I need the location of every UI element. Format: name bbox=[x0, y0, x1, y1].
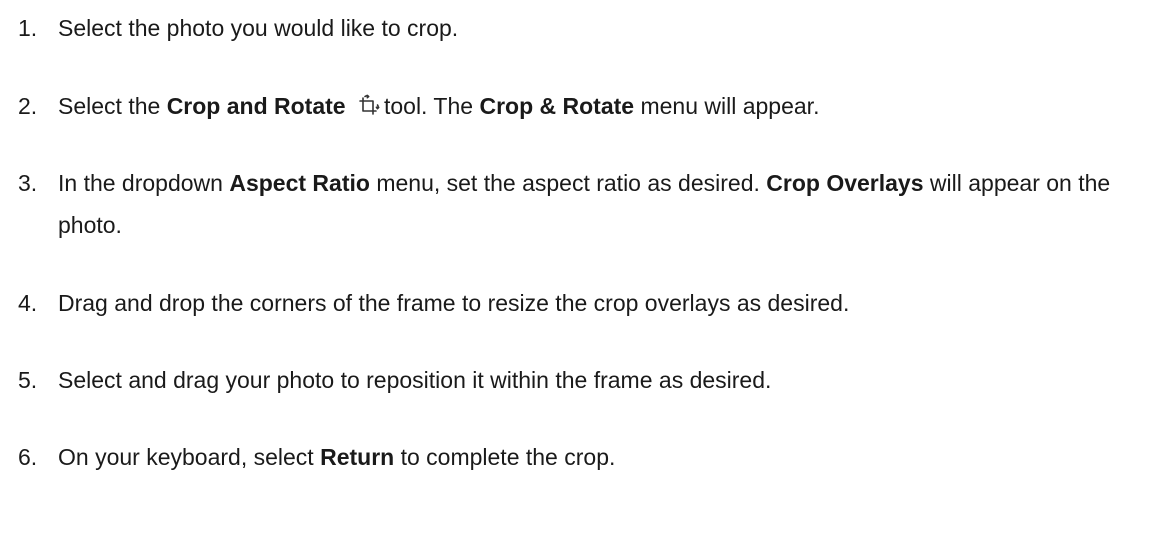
step-2: 2. Select the Crop and Rotate tool. The … bbox=[18, 85, 1158, 127]
step-text: Select and drag your photo to reposition… bbox=[58, 359, 1158, 401]
step-text: On your keyboard, select Return to compl… bbox=[58, 436, 1158, 478]
step-number: 5. bbox=[18, 367, 38, 393]
step-text: Select the Crop and Rotate tool. The Cro… bbox=[58, 85, 1158, 127]
step-number: 6. bbox=[18, 444, 38, 470]
step-text-part: tool. The bbox=[383, 93, 480, 119]
step-1: 1. Select the photo you would like to cr… bbox=[18, 7, 1158, 49]
step-text-part: to complete the crop. bbox=[394, 444, 616, 470]
step-4: 4. Drag and drop the corners of the fram… bbox=[18, 282, 1158, 324]
step-text-part: Select the photo you would like to crop. bbox=[58, 15, 459, 41]
step-text-part: Select and drag your photo to reposition… bbox=[58, 367, 772, 393]
crop-rotate-icon bbox=[356, 94, 380, 118]
step-text-part: Select the bbox=[58, 93, 167, 119]
step-6: 6. On your keyboard, select Return to co… bbox=[18, 436, 1158, 478]
step-text: Select the photo you would like to crop. bbox=[58, 7, 1158, 49]
step-3: 3. In the dropdown Aspect Ratio menu, se… bbox=[18, 162, 1158, 246]
step-text-part: In the dropdown bbox=[58, 170, 230, 196]
step-text: In the dropdown Aspect Ratio menu, set t… bbox=[58, 162, 1158, 246]
step-text: Drag and drop the corners of the frame t… bbox=[58, 282, 1158, 324]
ui-term-crop-rotate-menu: Crop & Rotate bbox=[479, 93, 635, 119]
step-number: 3. bbox=[18, 170, 38, 196]
ui-term-return-key: Return bbox=[320, 444, 395, 470]
ui-term-crop-overlays: Crop Overlays bbox=[766, 170, 924, 196]
step-text-part: menu, set the aspect ratio as desired. bbox=[369, 170, 767, 196]
step-text-part: On your keyboard, select bbox=[58, 444, 321, 470]
step-number: 4. bbox=[18, 290, 38, 316]
step-text-part: Drag and drop the corners of the frame t… bbox=[58, 290, 850, 316]
step-text-part: menu will appear. bbox=[634, 93, 820, 119]
ui-term-aspect-ratio: Aspect Ratio bbox=[229, 170, 370, 196]
step-number: 1. bbox=[18, 15, 38, 41]
ui-term-crop-and-rotate: Crop and Rotate bbox=[166, 93, 346, 119]
step-5: 5. Select and drag your photo to reposit… bbox=[18, 359, 1158, 401]
step-number: 2. bbox=[18, 93, 38, 119]
